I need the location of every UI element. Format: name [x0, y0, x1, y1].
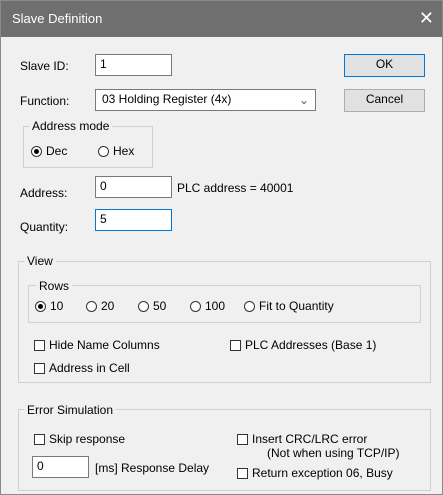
chevron-down-icon: ⌄: [298, 93, 309, 107]
rows-20-radio[interactable]: 20: [86, 299, 114, 313]
insert-crc-checkbox[interactable]: Insert CRC/LRC error: [237, 432, 367, 446]
address-input[interactable]: 0: [95, 176, 172, 198]
radio-icon: [98, 146, 109, 157]
plc-address-text: PLC address = 40001: [177, 181, 294, 195]
radio-icon: [244, 301, 255, 312]
address-mode-dec-radio[interactable]: Dec: [31, 144, 67, 158]
rows-50-radio[interactable]: 50: [138, 299, 166, 313]
address-label: Address:: [20, 186, 68, 200]
slave-definition-dialog: Slave Definition ✕ Slave ID: 1 OK Cancel…: [0, 0, 443, 495]
radio-icon: [138, 301, 149, 312]
slave-id-input[interactable]: 1: [95, 54, 172, 76]
checkbox-icon: [237, 468, 248, 479]
slave-id-label: Slave ID:: [20, 59, 69, 73]
response-delay-label: [ms] Response Delay: [95, 461, 210, 475]
radio-icon: [86, 301, 97, 312]
radio-selected-icon: [31, 146, 42, 157]
address-mode-title: Address mode: [29, 119, 113, 133]
view-title: View: [24, 254, 56, 268]
rows-fit-radio[interactable]: Fit to Quantity: [244, 299, 334, 313]
skip-response-checkbox[interactable]: Skip response: [34, 432, 125, 446]
checkbox-icon: [237, 434, 248, 445]
function-label: Function:: [20, 94, 70, 108]
checkbox-icon: [34, 363, 45, 374]
ok-button[interactable]: OK: [344, 54, 425, 77]
cancel-button[interactable]: Cancel: [344, 89, 425, 112]
insert-crc-note: (Not when using TCP/IP): [267, 446, 400, 460]
plc-addresses-checkbox[interactable]: PLC Addresses (Base 1): [230, 338, 376, 352]
error-simulation-title: Error Simulation: [24, 403, 117, 417]
function-select[interactable]: 03 Holding Register (4x) ⌄: [95, 89, 316, 111]
checkbox-icon: [34, 434, 45, 445]
function-selected-value: 03 Holding Register (4x): [102, 92, 232, 106]
window-title: Slave Definition: [12, 11, 103, 26]
title-bar: Slave Definition ✕: [1, 1, 442, 37]
radio-icon: [190, 301, 201, 312]
close-icon[interactable]: ✕: [419, 8, 434, 28]
rows-10-radio[interactable]: 10: [35, 299, 63, 313]
quantity-input[interactable]: 5: [95, 209, 172, 231]
rows-100-radio[interactable]: 100: [190, 299, 225, 313]
dialog-content: Slave ID: 1 OK Cancel Function: 03 Holdi…: [1, 37, 442, 494]
address-in-cell-checkbox[interactable]: Address in Cell: [34, 361, 130, 375]
rows-title: Rows: [36, 279, 73, 293]
radio-selected-icon: [35, 301, 46, 312]
checkbox-icon: [34, 340, 45, 351]
quantity-label: Quantity:: [20, 220, 69, 234]
address-mode-hex-radio[interactable]: Hex: [98, 144, 134, 158]
response-delay-input[interactable]: 0: [32, 456, 89, 478]
hide-name-columns-checkbox[interactable]: Hide Name Columns: [34, 338, 160, 352]
return-exception-checkbox[interactable]: Return exception 06, Busy: [237, 466, 393, 480]
checkbox-icon: [230, 340, 241, 351]
